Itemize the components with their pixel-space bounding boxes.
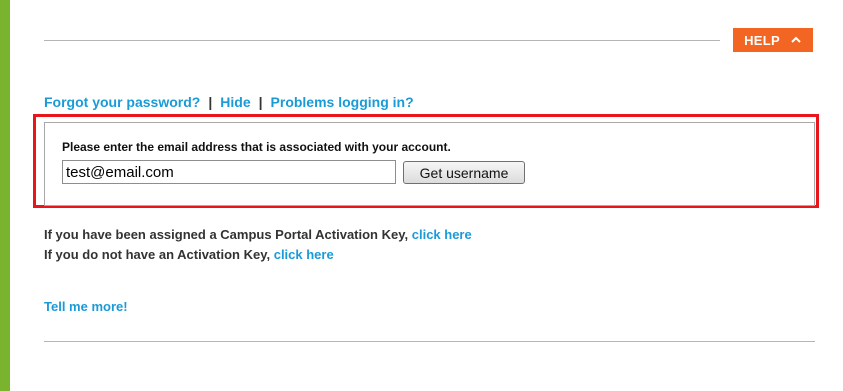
login-help-page: HELP Forgot your password? | Hide | Problems… [0,0,843,391]
accent-sidebar-bar [0,0,10,391]
chevron-up-icon [791,36,801,43]
activation-key-assigned-line: If you have been assigned a Campus Porta… [44,227,472,242]
email-field[interactable] [62,160,396,184]
link-separator: | [208,94,213,110]
activation-assigned-text: If you have been assigned a Campus Porta… [44,227,409,242]
no-activation-key-line: If you do not have an Activation Key, cl… [44,247,334,262]
get-username-button[interactable]: Get username [403,161,525,184]
help-button[interactable]: HELP [733,28,813,52]
no-activation-key-text: If you do not have an Activation Key, [44,247,271,262]
problems-logging-in-link[interactable]: Problems logging in? [271,94,414,110]
top-divider [44,40,720,41]
login-links-row: Forgot your password? | Hide | Problems logg… [44,94,414,110]
no-activation-key-link[interactable]: click here [274,247,334,262]
link-separator: | [258,94,263,110]
bottom-divider [44,341,815,342]
help-button-label: HELP [744,32,780,48]
hide-link[interactable]: Hide [220,94,250,110]
email-prompt-label: Please enter the email address that is a… [62,140,451,154]
tell-me-more-link[interactable]: Tell me more! [44,299,128,314]
activation-assigned-link[interactable]: click here [412,227,472,242]
forgot-password-link[interactable]: Forgot your password? [44,94,200,110]
